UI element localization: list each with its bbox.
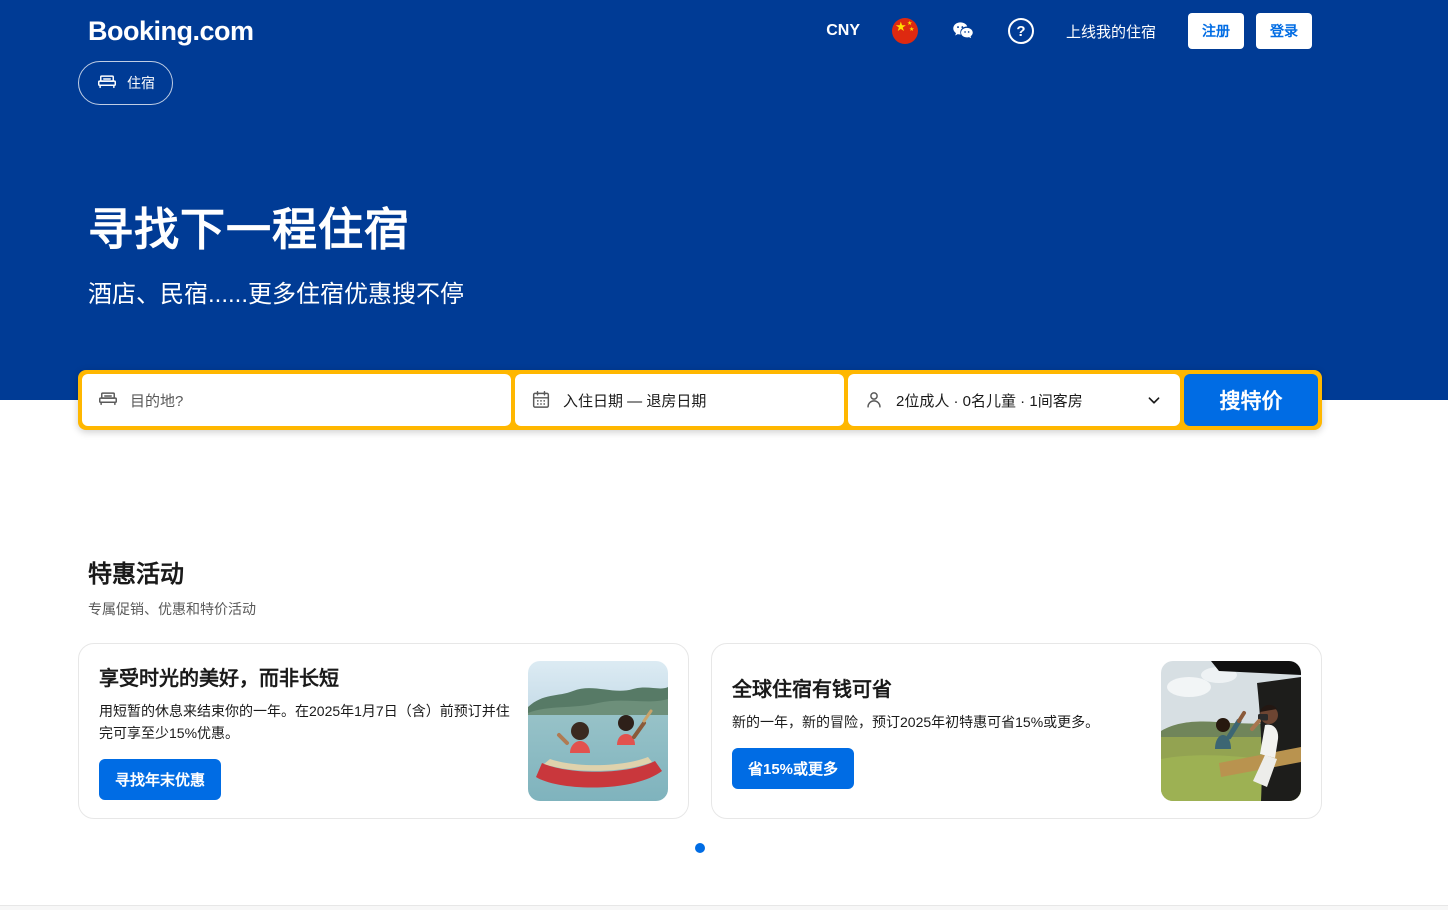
nav-tab-stays[interactable]: 住宿 — [78, 61, 173, 105]
offer-cta-button[interactable]: 省15%或更多 — [732, 748, 854, 789]
hero-text: 寻找下一程住宿 酒店、民宿......更多住宿优惠搜不停 — [78, 193, 1322, 309]
register-button[interactable]: 注册 — [1188, 13, 1244, 49]
searchbar-wrap: 目的地? 入住日期 — 退房日期 — [0, 370, 1448, 430]
offers-title: 特惠活动 — [78, 554, 1322, 589]
destination-placeholder: 目的地? — [130, 390, 183, 411]
footer-divider — [0, 905, 1448, 910]
wechat-icon — [950, 18, 976, 44]
offer-card-year-end[interactable]: 享受时光的美好，而非长短 用短暂的休息来结束你的一年。在2025年1月7日（含）… — [78, 643, 689, 819]
offers-section: 特惠活动 专属促销、优惠和特价活动 享受时光的美好，而非长短 用短暂的休息来结束… — [78, 400, 1322, 853]
china-flag-icon: ★ ★ ★ — [892, 18, 918, 44]
safari-photo — [1161, 661, 1301, 801]
booking-homepage: Booking.com CNY ★ ★ ★ — [0, 0, 1448, 910]
offer-card-early-2025[interactable]: 全球住宿有钱可省 新的一年，新的冒险，预订2025年初特惠可省15%或更多。 省… — [711, 643, 1322, 819]
top-navigation: Booking.com CNY ★ ★ ★ — [78, 0, 1322, 49]
offer-card-text: 享受时光的美好，而非长短 用短暂的休息来结束你的一年。在2025年1月7日（含）… — [99, 662, 510, 799]
destination-input[interactable]: 目的地? — [82, 374, 511, 426]
bed-icon — [96, 72, 118, 94]
carousel-dots — [78, 843, 1322, 853]
search-button[interactable]: 搜特价 — [1184, 374, 1318, 426]
bed-icon — [97, 389, 119, 411]
occupancy-label: 2位成人 · 0名儿童 · 1间客房 — [896, 390, 1132, 411]
offer-card-title: 享受时光的美好，而非长短 — [99, 662, 510, 691]
wechat-button[interactable] — [950, 18, 976, 44]
help-button[interactable]: ? — [1008, 18, 1034, 44]
dates-label: 入住日期 — 退房日期 — [563, 390, 706, 411]
question-icon: ? — [1008, 18, 1034, 44]
dates-input[interactable]: 入住日期 — 退房日期 — [515, 374, 844, 426]
carousel-dot[interactable] — [695, 843, 705, 853]
auth-buttons: 注册 登录 — [1188, 13, 1312, 49]
booking-logo[interactable]: Booking.com — [88, 16, 254, 47]
offer-card-text: 全球住宿有钱可省 新的一年，新的冒险，预订2025年初特惠可省15%或更多。 省… — [732, 673, 1099, 789]
chevron-down-icon — [1143, 389, 1165, 411]
offers-subtitle: 专属促销、优惠和特价活动 — [78, 599, 1322, 619]
offer-card-title: 全球住宿有钱可省 — [732, 673, 1099, 702]
search-bar: 目的地? 入住日期 — 退房日期 — [78, 370, 1322, 430]
hero-title: 寻找下一程住宿 — [88, 193, 1322, 258]
product-nav: 住宿 — [78, 49, 1322, 105]
hero-subtitle: 酒店、民宿......更多住宿优惠搜不停 — [88, 274, 1322, 309]
topbar-actions: CNY ★ ★ ★ — [826, 13, 1312, 49]
flag-star-small: ★ — [909, 27, 914, 33]
person-icon — [863, 389, 885, 411]
flag-star-large: ★ — [895, 20, 907, 33]
offer-cta-button[interactable]: 寻找年末优惠 — [99, 759, 221, 800]
occupancy-selector[interactable]: 2位成人 · 0名儿童 · 1间客房 — [848, 374, 1180, 426]
nav-tab-stays-label: 住宿 — [127, 73, 155, 93]
signin-button[interactable]: 登录 — [1256, 13, 1312, 49]
offer-card-body: 新的一年，新的冒险，预订2025年初特惠可省15%或更多。 — [732, 712, 1099, 734]
offer-cards: 享受时光的美好，而非长短 用短暂的休息来结束你的一年。在2025年1月7日（含）… — [78, 643, 1322, 819]
offer-card-body: 用短暂的休息来结束你的一年。在2025年1月7日（含）前预订并住完可享至少15%… — [99, 701, 510, 744]
currency-selector[interactable]: CNY — [826, 22, 860, 40]
hero-section: Booking.com CNY ★ ★ ★ — [0, 0, 1448, 400]
canoe-photo — [528, 661, 668, 801]
language-selector[interactable]: ★ ★ ★ — [892, 18, 918, 44]
list-property-link[interactable]: 上线我的住宿 — [1066, 21, 1156, 42]
calendar-icon — [530, 389, 552, 411]
